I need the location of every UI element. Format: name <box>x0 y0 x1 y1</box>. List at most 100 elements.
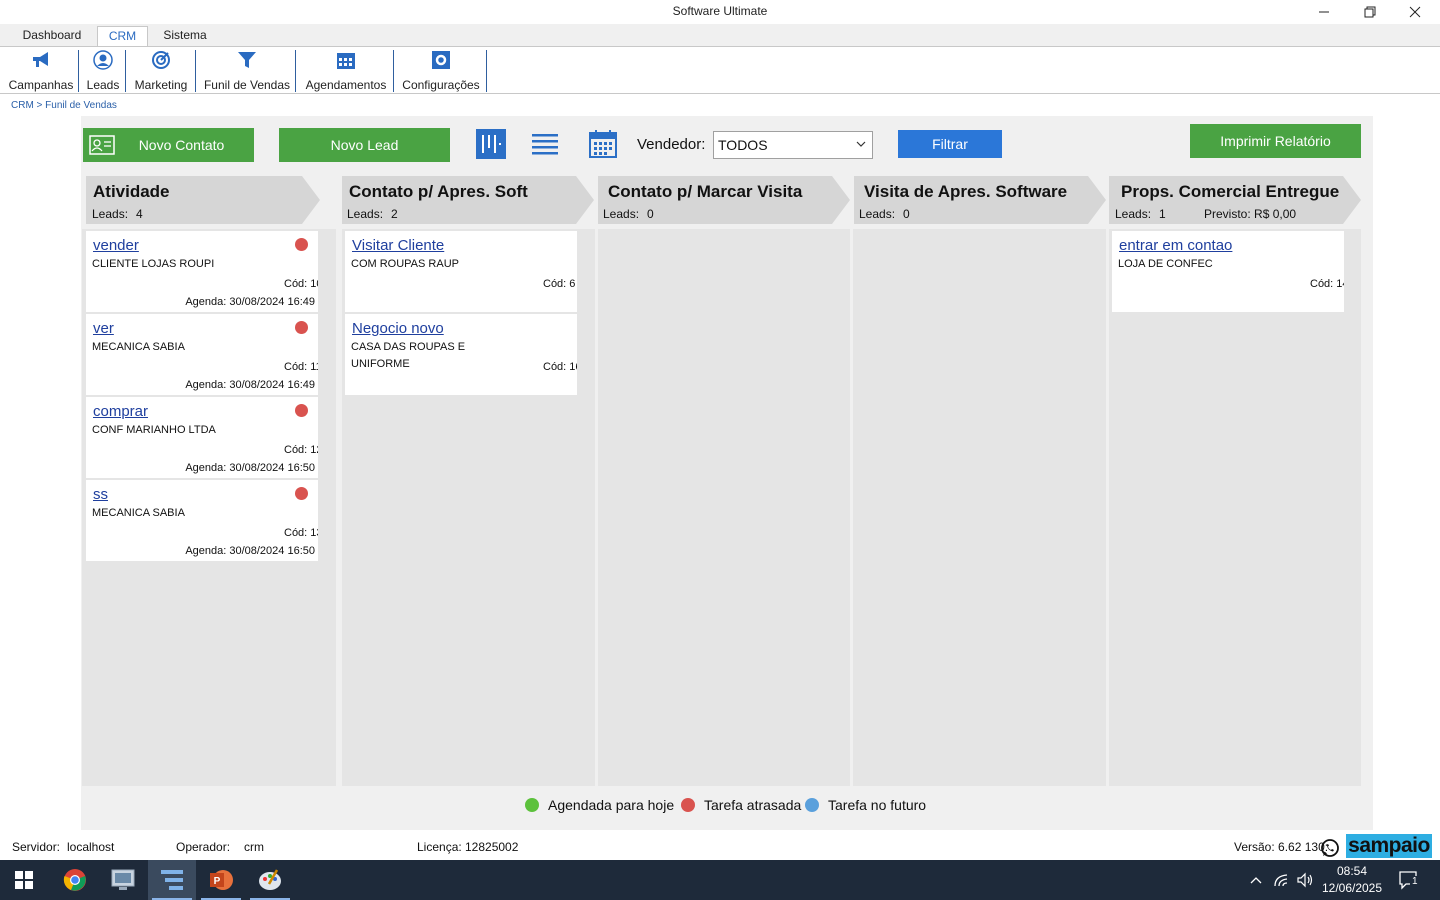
legend-dot-blue <box>805 798 819 812</box>
operador-label: Operador: <box>176 840 231 854</box>
novo-lead-label: Novo Lead <box>330 137 399 153</box>
lead-title-link[interactable]: vender <box>93 237 139 254</box>
column-atividade: vender CLIENTE LOJAS ROUPI Cód: 10 Agend… <box>82 229 336 786</box>
tab-dashboard[interactable]: Dashboard <box>12 26 92 46</box>
column-props-comercial: entrar em contao LOJA DE CONFEC Cód: 14 <box>1109 229 1361 786</box>
leads-label: Leads <box>86 78 120 92</box>
lead-agenda: Agenda: 30/08/2024 16:49 <box>185 296 315 308</box>
stage-header-contato-apres: Contato p/ Apres. Soft Leads: 2 <box>342 176 594 224</box>
clock-time: 08:54 <box>1336 864 1368 878</box>
status-dot-atrasada <box>295 238 308 251</box>
lead-card[interactable]: entrar em contao LOJA DE CONFEC Cód: 14 <box>1112 231 1344 313</box>
kanban-view-button[interactable] <box>476 129 506 159</box>
lead-cod: Cód: 16 <box>543 361 577 373</box>
target-icon <box>150 50 172 70</box>
toolbar-divider <box>125 50 126 92</box>
list-view-icon <box>532 134 558 155</box>
lead-cod: Cód: 14 <box>1310 278 1344 290</box>
novo-lead-button[interactable]: Novo Lead <box>279 128 450 162</box>
gear-icon <box>430 50 452 70</box>
vendedor-select[interactable]: TODOS <box>713 131 873 159</box>
stage-leads: Leads: 0 <box>603 207 654 221</box>
software-ultimate-icon[interactable] <box>148 860 196 900</box>
filtrar-label: Filtrar <box>932 136 968 152</box>
column-marcar-visita <box>598 229 850 786</box>
lead-card[interactable]: Visitar Cliente COM ROUPAS RAUP Cód: 6 <box>345 231 577 313</box>
calendar-view-button[interactable] <box>588 129 618 159</box>
toolbar-divider <box>195 50 196 92</box>
contact-card-icon <box>89 135 115 155</box>
chevron-down-icon <box>856 141 866 147</box>
megaphone-icon <box>30 50 52 70</box>
network-icon[interactable] <box>1273 860 1291 900</box>
campanhas-button[interactable]: Campanhas <box>9 50 73 92</box>
taskbar-clock[interactable]: 08:54 12/06/2025 <box>1316 863 1388 897</box>
stage-previsto: Previsto: R$ 0,00 <box>1204 207 1297 221</box>
imprimir-label: Imprimir Relatório <box>1220 133 1331 149</box>
lead-card[interactable]: ver MECANICA SABIA Cód: 11 Agenda: 30/08… <box>86 314 318 396</box>
clock-date: 12/06/2025 <box>1321 881 1383 895</box>
close-button[interactable] <box>1392 0 1438 24</box>
lead-title-link[interactable]: Negocio novo <box>352 320 444 337</box>
stage-header-props-comercial: Props. Comercial Entregue Leads: 1 Previs… <box>1109 176 1361 224</box>
powerpoint-icon[interactable]: P <box>197 860 245 900</box>
operador-value: crm <box>244 840 264 854</box>
breadcrumb[interactable]: CRM > Funil de Vendas <box>11 100 117 111</box>
funil-de-vendas-button[interactable]: Funil de Vendas <box>203 50 291 92</box>
title-bar: Software Ultimate <box>0 0 1440 24</box>
restore-button[interactable] <box>1347 0 1393 24</box>
calendar-view-icon <box>589 130 617 158</box>
lead-card[interactable]: Negocio novo CASA DAS ROUPAS E UNIFORME … <box>345 314 577 396</box>
novo-contato-button[interactable]: Novo Contato <box>83 128 254 162</box>
stage-header-atividade: Atividade Leads: 4 <box>86 176 320 224</box>
whatsapp-icon[interactable] <box>1320 838 1340 858</box>
tab-crm[interactable]: CRM <box>97 26 148 46</box>
funnel-icon <box>236 50 258 70</box>
lead-title-link[interactable]: entrar em contao <box>1119 237 1232 254</box>
user-icon <box>92 50 114 70</box>
lead-title-link[interactable]: comprar <box>93 403 148 420</box>
column-contato-apres: Visitar Cliente COM ROUPAS RAUP Cód: 6 N… <box>342 229 595 786</box>
volume-icon[interactable] <box>1296 860 1314 900</box>
list-view-button[interactable] <box>530 129 560 159</box>
agendamentos-label: Agendamentos <box>305 78 387 92</box>
window-title: Software Ultimate <box>672 4 768 18</box>
imprimir-relatorio-button[interactable]: Imprimir Relatório <box>1190 124 1361 158</box>
toolbar-divider <box>295 50 296 92</box>
legend-hoje: Agendada para hoje <box>525 797 674 813</box>
chrome-icon[interactable] <box>51 860 99 900</box>
status-dot-atrasada <box>295 321 308 334</box>
agendamentos-button[interactable]: Agendamentos <box>304 50 388 92</box>
lead-title-link[interactable]: ver <box>93 320 114 337</box>
lead-client: LOJA DE CONFEC <box>1118 258 1213 270</box>
taskbar: P 08:54 12/06/2025 1 <box>0 860 1440 900</box>
stage-leads: Leads: 4 <box>92 207 143 221</box>
filtrar-button[interactable]: Filtrar <box>898 130 1002 158</box>
legend-atrasada: Tarefa atrasada <box>681 797 801 813</box>
lead-cod: Cód: 13 <box>284 527 318 539</box>
marketing-label: Marketing <box>134 78 188 92</box>
leads-button[interactable]: Leads <box>84 50 122 92</box>
lead-card[interactable]: comprar CONF MARIANHO LTDA Cód: 12 Agend… <box>86 397 318 479</box>
lead-client: CLIENTE LOJAS ROUPI <box>92 258 215 270</box>
windows-start-icon[interactable] <box>0 860 48 900</box>
legend-dot-red <box>681 798 695 812</box>
lead-title-link[interactable]: Visitar Cliente <box>352 237 444 254</box>
marketing-button[interactable]: Marketing <box>132 50 190 92</box>
lead-cod: Cód: 6 <box>543 278 576 290</box>
lead-card[interactable]: ss MECANICA SABIA Cód: 13 Agenda: 30/08/… <box>86 480 318 562</box>
notifications-icon[interactable]: 1 <box>1398 860 1420 900</box>
paint-icon[interactable] <box>246 860 294 900</box>
file-explorer-icon[interactable] <box>99 860 147 900</box>
tray-chevron-up-icon[interactable] <box>1249 860 1263 900</box>
tab-sistema[interactable]: Sistema <box>155 26 215 46</box>
minimize-button[interactable] <box>1301 0 1347 24</box>
campanhas-label: Campanhas <box>8 78 74 92</box>
lead-agenda: Agenda: 30/08/2024 16:49 <box>185 379 315 391</box>
licenca-label: Licença: <box>417 840 462 854</box>
novo-contato-label: Novo Contato <box>138 137 225 153</box>
configuracoes-button[interactable]: Configurações <box>400 50 482 92</box>
stage-title: Props. Comercial Entregue <box>1121 182 1340 201</box>
lead-title-link[interactable]: ss <box>93 486 108 503</box>
lead-card[interactable]: vender CLIENTE LOJAS ROUPI Cód: 10 Agend… <box>86 231 318 313</box>
